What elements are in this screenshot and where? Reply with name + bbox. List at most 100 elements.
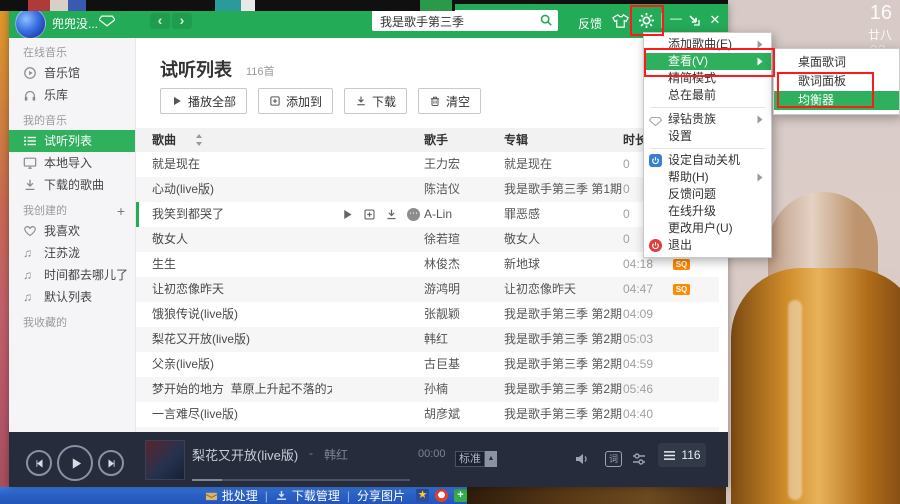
submenu-item-0[interactable]: 桌面歌词 [774, 53, 899, 72]
sidebar-item-1-s2[interactable]: ♫汪苏泷 [9, 242, 135, 264]
calendar-day: 16 [870, 2, 892, 25]
play-button[interactable] [57, 445, 93, 481]
action-button-2[interactable]: 下载 [344, 88, 407, 114]
menu-item-13[interactable]: 退出 [644, 237, 771, 254]
menu-item-11[interactable]: 在线升级 [644, 203, 771, 220]
table-header: 歌曲 歌手 专辑 时长 [136, 128, 719, 152]
menu-item-12[interactable]: 更改用户(U) [644, 220, 771, 237]
sidebar-item-label: 时间都去哪儿了 [44, 264, 128, 286]
row-download-icon[interactable] [385, 208, 398, 221]
song-title: 父亲(live版) [152, 352, 332, 377]
sidebar-item-1-s1[interactable]: 本地导入 [9, 152, 135, 174]
next-button[interactable] [98, 450, 124, 476]
row-more-icon[interactable]: ⋯ [407, 208, 420, 221]
song-title: 梨花又开放(live版) [152, 327, 332, 352]
qzone-star-icon[interactable]: ★ [416, 489, 429, 502]
table-row[interactable]: 敬女人徐若瑄敬女人0 [136, 227, 719, 252]
table-row[interactable]: 我笑到都哭了⋯A-Lin罪恶感0 [136, 202, 719, 227]
now-playing-artist[interactable]: 韩红 [324, 446, 348, 463]
quality-selector[interactable]: 标准 ▲ [455, 451, 497, 467]
feedback-link[interactable]: 反馈 [578, 15, 602, 32]
volume-icon[interactable] [574, 451, 590, 467]
sidebar-section-label: 我创建的+ [9, 202, 135, 220]
sidebar-item-0-s1[interactable]: 试听列表 [9, 130, 135, 152]
menu-item-label: 设置 [668, 129, 692, 143]
table-row[interactable]: 让初恋像昨天游鸿明让初恋像昨天04:47SQ [136, 277, 719, 302]
table-row[interactable]: 父亲(live版)古巨基我是歌手第三季 第2期04:59 [136, 352, 719, 377]
mini-mode-icon[interactable] [687, 13, 701, 27]
vip-diamond-icon[interactable] [99, 15, 115, 27]
taskbar-item-2[interactable]: 分享图片 [357, 487, 405, 504]
song-duration: 04:09 [623, 302, 663, 327]
table-row[interactable]: 就是现在王力宏就是现在0 [136, 152, 719, 177]
sidebar-item-3-s2[interactable]: ♫默认列表 [9, 286, 135, 308]
menu-item-3[interactable]: 总在最前 [644, 87, 771, 104]
column-album[interactable]: 专辑 [504, 128, 528, 152]
taskbar-item-label: 分享图片 [357, 487, 405, 504]
taskbar-item-0[interactable]: 批处理 [205, 487, 258, 504]
progress-bar[interactable] [192, 479, 410, 481]
action-button-0[interactable]: 播放全部 [160, 88, 247, 114]
sort-icon[interactable] [195, 133, 203, 147]
table-row[interactable]: 梨花又开放(live版)韩红我是歌手第三季 第2期05:03 [136, 327, 719, 352]
action-button-1[interactable]: 添加到 [258, 88, 333, 114]
table-row[interactable]: 生生林俊杰新地球04:18SQ [136, 252, 719, 277]
album-art[interactable] [145, 440, 185, 480]
forward-button[interactable]: › [172, 13, 192, 29]
minimize-button[interactable]: — [667, 11, 685, 29]
song-title: 梦开始的地方 草原上升起不落的太阳(live版) [152, 377, 332, 402]
sidebar-item-label: 音乐馆 [44, 62, 80, 84]
add-green-icon[interactable]: + [454, 489, 467, 502]
action-button-3[interactable]: 清空 [418, 88, 481, 114]
music-hall-icon [23, 66, 37, 80]
table-row[interactable]: 一言难尽(live版)胡彦斌我是歌手第三季 第2期04:40 [136, 402, 719, 427]
weibo-icon[interactable] [435, 489, 448, 502]
taskbar-items: 批处理|下载管理|分享图片 [200, 487, 410, 504]
avatar[interactable] [15, 8, 46, 39]
sidebar-item-2-s1[interactable]: 下载的歌曲 [9, 174, 135, 196]
mixer-icon[interactable] [631, 451, 647, 467]
table-row[interactable]: 饿狼传说(live版)张靓颖我是歌手第三季 第2期04:09 [136, 302, 719, 327]
download-icon [355, 95, 367, 107]
menu-item-5[interactable]: 绿钻贵族 [644, 111, 771, 128]
sidebar-section-label-text: 在线音乐 [23, 47, 67, 59]
sidebar-item-label: 乐库 [44, 84, 68, 106]
menu-item-8[interactable]: 设定自动关机 [644, 152, 771, 169]
calendar-lunar: 廿八 [868, 26, 892, 43]
menu-item-10[interactable]: 反馈问题 [644, 186, 771, 203]
song-artist: 古巨基 [424, 352, 499, 377]
note-icon: ♫ [23, 268, 37, 282]
taskbar-item-1[interactable]: 下载管理 [275, 487, 340, 504]
search-input[interactable] [378, 10, 532, 33]
sidebar-item-2-s2[interactable]: ♫ 时间都去哪儿了 [9, 264, 135, 286]
row-play-icon[interactable] [341, 208, 354, 221]
sidebar-item-0-s2[interactable]: 我喜欢 [9, 220, 135, 242]
menu-item-label: 总在最前 [668, 88, 716, 102]
search-icon[interactable] [539, 13, 553, 27]
close-button[interactable]: ✕ [706, 12, 724, 30]
column-artist[interactable]: 歌手 [424, 128, 448, 152]
menu-item-9[interactable]: 帮助(H) [644, 169, 771, 186]
username[interactable]: 兜兜没... [52, 15, 98, 32]
lyrics-icon[interactable]: 词 [605, 451, 622, 467]
row-add-icon[interactable] [363, 208, 376, 221]
song-table: 就是现在王力宏就是现在0心动(live版)陈洁仪我是歌手第三季 第1期0我笑到都… [136, 152, 719, 452]
column-song[interactable]: 歌曲 [152, 128, 176, 152]
skin-icon[interactable] [612, 13, 629, 29]
quality-arrow-icon: ▲ [485, 451, 497, 467]
menu-item-6[interactable]: 设置 [644, 128, 771, 145]
table-row[interactable]: 心动(live版)陈洁仪我是歌手第三季 第1期0 [136, 177, 719, 202]
add-playlist-icon[interactable]: + [117, 202, 125, 220]
sidebar-item-0-s0[interactable]: 音乐馆 [9, 62, 135, 84]
song-title: 饿狼传说(live版) [152, 302, 332, 327]
table-row[interactable]: 梦开始的地方 草原上升起不落的太阳(live版)孙楠我是歌手第三季 第2期05:… [136, 377, 719, 402]
trash-icon [429, 95, 441, 107]
current-row-indicator [136, 202, 139, 227]
playlist-toggle[interactable]: 116 [658, 443, 706, 467]
taskbar: 批处理|下载管理|分享图片 ★ + [0, 487, 467, 504]
song-duration: 04:47 [623, 277, 663, 302]
back-button[interactable]: ‹ [150, 13, 170, 29]
sidebar-item-1-s0[interactable]: 乐库 [9, 84, 135, 106]
song-title: 生生 [152, 252, 332, 277]
previous-button[interactable] [26, 450, 52, 476]
